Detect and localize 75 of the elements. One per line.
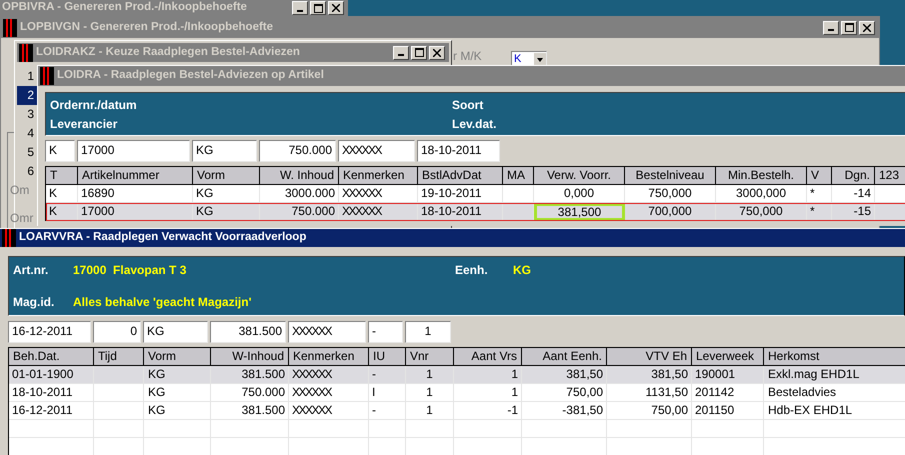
window-title: LOARVVRA - Raadplegen Verwacht Voorraadverloop xyxy=(19,230,306,246)
minimize-icon xyxy=(297,10,303,12)
table-row[interactable]: 01-01-1900 KG 381.500 XXXXXX - 1 1 381,50 381,50 190001 Exkl.mag EHD1L xyxy=(9,366,905,384)
list-item[interactable]: 5 xyxy=(17,143,37,162)
input-field[interactable]: KG xyxy=(192,140,257,162)
window-title: LOPBIVGN - Genereren Prod.-/Inkoopbehoefte xyxy=(20,20,274,35)
input-field[interactable]: KG xyxy=(143,321,208,343)
list-item[interactable]: 1 xyxy=(17,67,37,86)
minimize-icon xyxy=(828,29,834,31)
minimize-icon xyxy=(398,54,404,56)
header-label: Lev.dat. xyxy=(452,116,496,132)
header-label: Soort xyxy=(452,96,484,114)
close-icon xyxy=(433,48,441,56)
close-button[interactable] xyxy=(859,20,875,34)
header-label: Ordernr./datum xyxy=(49,96,138,114)
input-field[interactable]: XXXXXX xyxy=(288,321,366,343)
list-item[interactable]: 6 xyxy=(17,162,37,181)
max-button[interactable] xyxy=(310,1,326,15)
field-label: Omr xyxy=(10,211,34,225)
table-row[interactable]: 16-12-2011 KG 381.500 XXXXXX - 1 -1 -381,50 750,00 201150 Hdb-EX EHD1L xyxy=(9,402,905,420)
close-button[interactable] xyxy=(429,46,445,60)
header-label: Mag.id. xyxy=(12,294,56,311)
list-item[interactable]: 4 xyxy=(17,124,37,143)
input-field[interactable]: - xyxy=(368,321,403,343)
window-icon xyxy=(19,44,33,62)
table-cell: KG xyxy=(193,203,260,221)
input-field[interactable]: 1 xyxy=(405,321,451,343)
maximize-icon xyxy=(844,23,854,32)
header-label: Leverancier xyxy=(49,116,118,132)
min-button[interactable] xyxy=(393,46,409,60)
input-field[interactable]: 0 xyxy=(93,321,141,343)
input-field[interactable]: 750.000 xyxy=(259,140,336,162)
window-icon xyxy=(40,67,54,85)
close-icon xyxy=(863,24,871,32)
input-field[interactable]: XXXXXX xyxy=(338,140,415,162)
input-field[interactable]: 17000 xyxy=(77,140,190,162)
maximize-icon xyxy=(314,4,322,12)
table-cell: * xyxy=(807,203,832,221)
header-value: Alles behalve 'geacht Magazijn' xyxy=(73,294,252,311)
min-button[interactable] xyxy=(292,1,308,15)
header-label: Art.nr. xyxy=(12,262,50,279)
input-field[interactable]: 381.500 xyxy=(210,321,286,343)
field-label: r M/K xyxy=(453,50,482,63)
table-row[interactable]: K 17000 KG 750.000 XXXXXX 18-10-2011 381,500 700,000 750,000 * -15 xyxy=(46,203,905,221)
table-cell: 750.000 xyxy=(260,203,339,221)
window-icon xyxy=(2,229,16,247)
close-button[interactable] xyxy=(328,1,344,15)
table-cell: K xyxy=(46,203,78,221)
table-cell: 17000 xyxy=(78,203,193,221)
list-item[interactable]: 2 xyxy=(17,86,37,105)
table-cell: -15 xyxy=(832,203,875,221)
maximize-icon xyxy=(414,48,424,57)
table-cell: 381,500 xyxy=(534,203,625,221)
field-label: Om xyxy=(10,183,30,197)
window-title: OPBIVRA - Genereren Prod.-/Inkoopbehoefte xyxy=(2,0,247,16)
max-button[interactable] xyxy=(841,20,857,34)
table-cell: XXXXXX xyxy=(339,203,418,221)
min-button[interactable] xyxy=(823,20,839,34)
window-title: LOIDRAKZ - Keuze Raadplegen Bestel-Adviezen xyxy=(36,44,300,60)
header-value: KG xyxy=(513,262,531,279)
window-title: LOIDRA - Raadplegen Bestel-Adviezen op Artikel xyxy=(57,68,324,84)
window-icon xyxy=(3,18,17,36)
input-field[interactable]: 16-12-2011 xyxy=(8,321,91,343)
list-item[interactable]: 3 xyxy=(17,105,37,124)
table-row[interactable]: K 16890 KG 3000.000 XXXXXX 19-10-2011 0,000 750,000 3000,000 * -14 xyxy=(46,185,905,203)
table-cell: 700,000 xyxy=(625,203,716,221)
table-cell: 750,000 xyxy=(716,203,807,221)
max-button[interactable] xyxy=(411,46,427,60)
header-value: 17000 Flavopan T 3 xyxy=(73,262,188,279)
input-field[interactable]: K xyxy=(45,140,75,162)
input-field[interactable]: 18-10-2011 xyxy=(417,140,500,162)
table-cell: 18-10-2011 xyxy=(418,203,503,221)
close-icon xyxy=(332,4,340,12)
header-label: Eenh. xyxy=(455,262,489,279)
table-row[interactable]: 18-10-2011 KG 750.000 XXXXXX I 1 1 750,00 1131,50 201142 Besteladvies xyxy=(9,384,905,402)
